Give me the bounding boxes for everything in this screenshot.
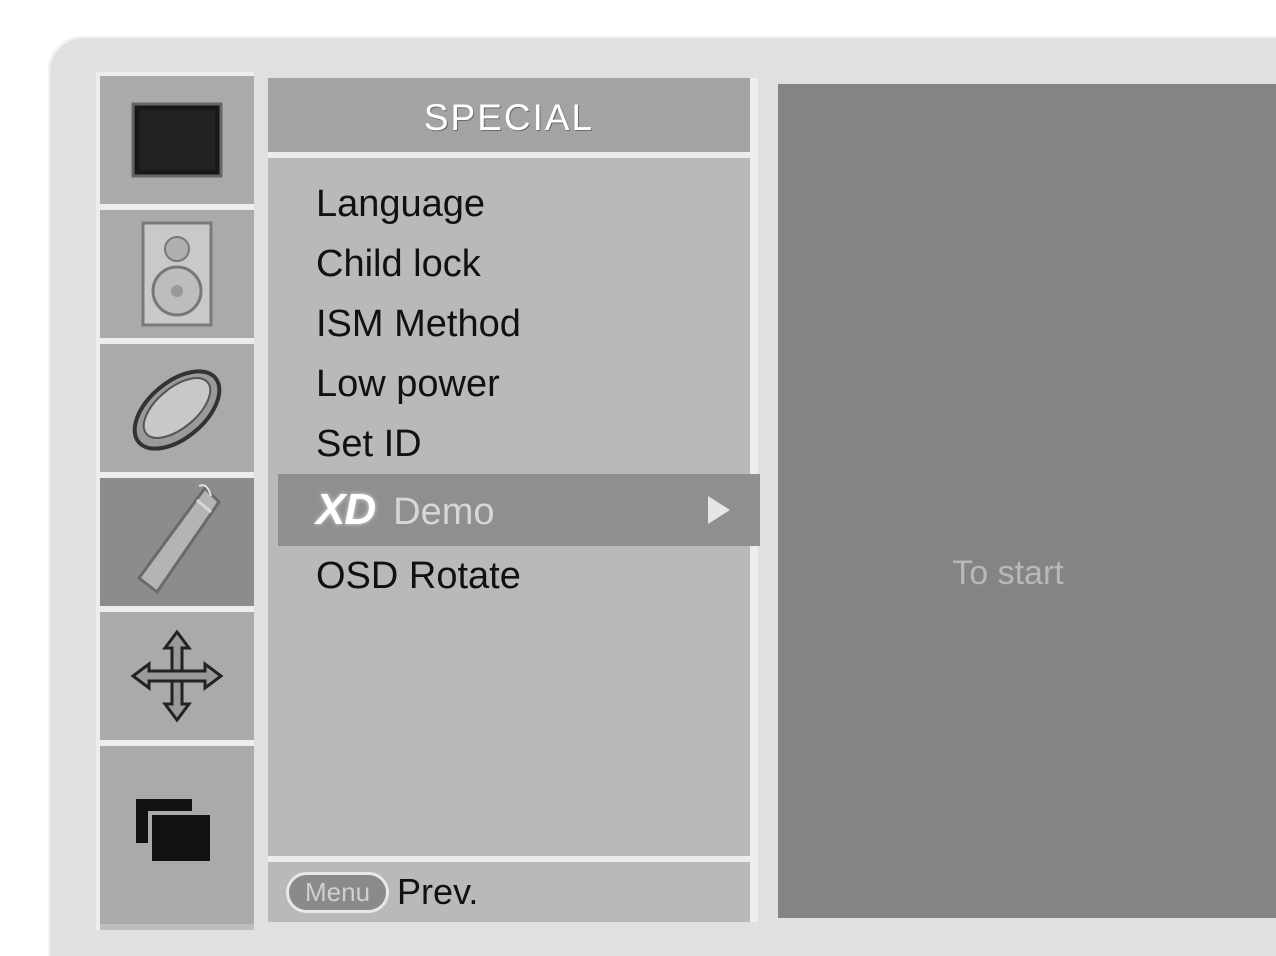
menu-item-language[interactable]: Language	[268, 174, 750, 234]
menu-item-osd-rotate[interactable]: OSD Rotate	[268, 546, 750, 606]
screen-icon	[131, 102, 223, 178]
arrow-right-icon	[708, 496, 730, 524]
category-special[interactable]	[100, 478, 254, 612]
menu-item-xd-demo[interactable]: XD Demo	[278, 474, 760, 546]
arrows-icon	[130, 629, 224, 723]
remote-icon	[136, 484, 221, 595]
menu-item-low-power[interactable]: Low power	[268, 354, 750, 414]
xd-logo: XD	[316, 485, 376, 534]
special-menu: SPECIAL Language Child lock ISM Method L…	[268, 78, 760, 922]
prev-label: Prev.	[397, 871, 479, 912]
submenu-hint[interactable]: To start	[758, 554, 1258, 593]
category-screen[interactable]	[100, 76, 254, 210]
menu-item-label: Demo	[393, 491, 495, 533]
menu-button-icon[interactable]: Menu	[286, 871, 390, 913]
disc-icon	[132, 369, 222, 451]
category-screen-adjust[interactable]	[100, 612, 254, 746]
menu-list: Language Child lock ISM Method Low power…	[268, 174, 760, 606]
category-pip[interactable]	[100, 746, 254, 924]
category-sound[interactable]	[100, 210, 254, 344]
category-sidebar	[96, 72, 254, 930]
menu-title: SPECIAL	[268, 78, 750, 158]
menu-item-child-lock[interactable]: Child lock	[268, 234, 750, 294]
windows-icon	[136, 799, 214, 865]
submenu-panel: To start	[778, 84, 1276, 918]
category-time[interactable]	[100, 344, 254, 478]
menu-item-set-id[interactable]: Set ID	[268, 414, 750, 474]
menu-footer: Menu Prev.	[268, 856, 750, 922]
speaker-icon	[141, 221, 213, 327]
menu-item-ism-method[interactable]: ISM Method	[268, 294, 750, 354]
